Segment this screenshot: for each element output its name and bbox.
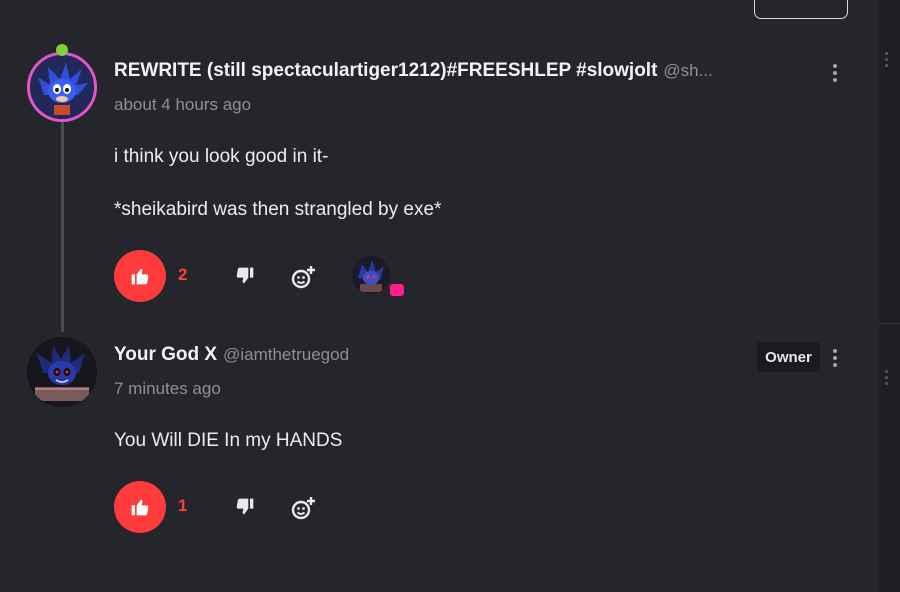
reply-indicator-icon [390,284,404,296]
more-options-icon[interactable] [832,349,838,367]
dislike-button[interactable] [233,264,257,288]
thread-connector [61,118,64,332]
like-button[interactable] [114,250,166,302]
timestamp[interactable]: 7 minutes ago [114,379,221,399]
thumbs-up-icon [131,268,149,285]
avatar[interactable] [27,52,97,122]
comment-text: You Will DIE In my HANDS [114,430,343,451]
like-count: 2 [178,265,188,284]
right-rail [879,0,900,592]
reply-button[interactable] [289,494,317,522]
author-name[interactable]: Your God X [114,344,217,366]
comment-text: *sheikabird was then strangled by exe* [114,199,442,220]
rail-divider [879,323,900,324]
thumbs-down-icon [236,498,254,515]
like-button[interactable] [114,481,166,533]
like-count: 1 [178,496,188,515]
reply-avatar[interactable] [352,256,390,294]
reply-button[interactable] [289,263,317,291]
author-name[interactable]: REWRITE (still spectaculartiger1212)#FRE… [114,60,657,82]
comment-header: Your God X @iamthetruegod [114,344,349,366]
rail-more-icon[interactable] [883,52,889,67]
add-reply-icon [291,266,315,289]
top-action-button[interactable] [754,0,848,19]
more-options-icon[interactable] [832,64,838,82]
owner-badge: Owner [757,342,820,372]
add-reply-icon [291,497,315,520]
comment-header: REWRITE (still spectaculartiger1212)#FRE… [114,60,713,82]
timestamp[interactable]: about 4 hours ago [114,95,251,115]
comment-text: i think you look good in it- [114,146,329,167]
avatar-decoration-icon [56,44,68,56]
thumbs-up-icon [131,499,149,516]
thumbs-down-icon [236,267,254,284]
avatar[interactable] [27,337,97,407]
author-handle[interactable]: @sh... [663,61,712,81]
dislike-button[interactable] [233,495,257,519]
rail-more-icon[interactable] [883,370,889,385]
author-handle[interactable]: @iamthetruegod [223,345,349,365]
